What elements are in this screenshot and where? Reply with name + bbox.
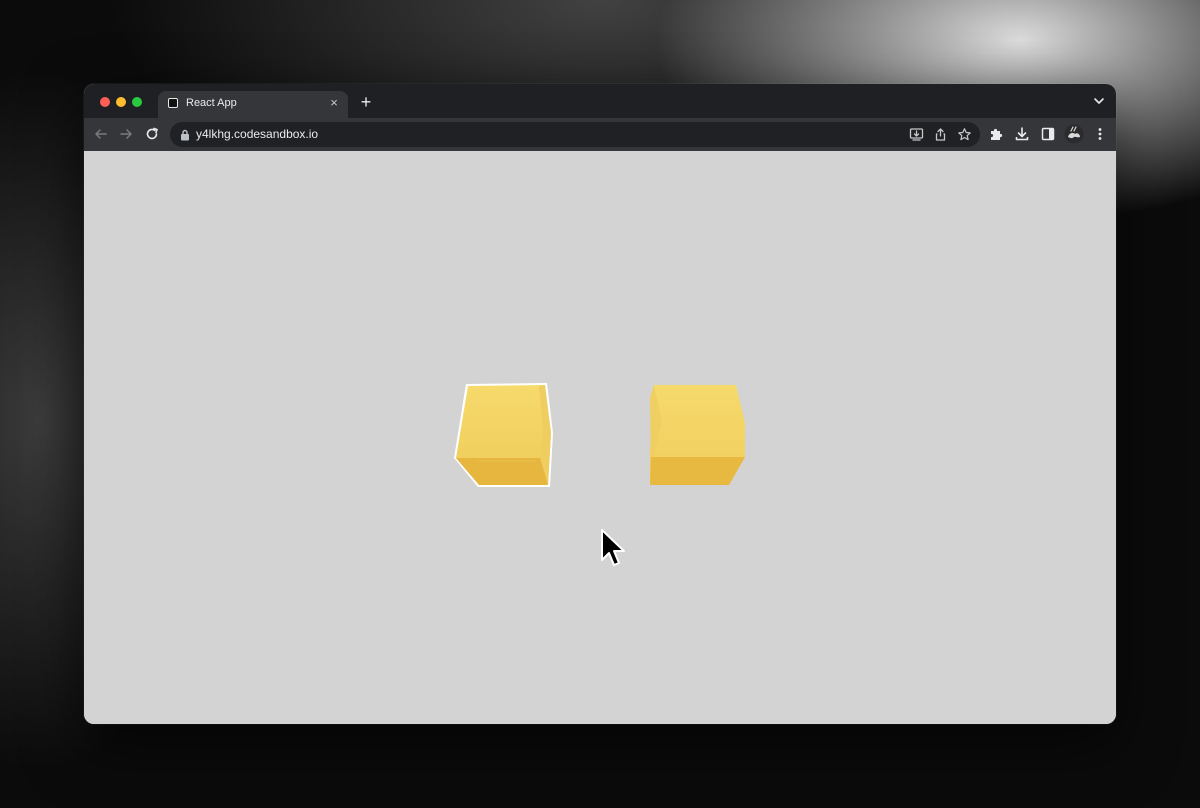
minimize-window-button[interactable] [116,97,126,107]
chevron-down-icon[interactable] [1092,94,1106,108]
close-window-button[interactable] [100,97,110,107]
arrow-left-icon[interactable] [93,126,109,142]
side-panel-icon[interactable] [1040,126,1056,142]
browser-titlebar: React App × + [84,84,1116,118]
download-icon[interactable] [1014,126,1030,142]
avatar[interactable] [1064,124,1084,144]
star-icon[interactable] [957,127,972,142]
arrow-right-icon[interactable] [118,126,134,142]
kebab-menu-icon[interactable] [1092,126,1108,142]
puzzle-icon[interactable] [988,126,1004,142]
share-icon[interactable] [933,127,948,142]
mouse-cursor-icon [600,528,626,568]
tab-close-button[interactable]: × [326,95,342,111]
new-tab-button[interactable]: + [356,92,376,112]
tab-react-app[interactable]: React App × [158,91,348,118]
codesandbox-icon [168,98,178,108]
zoom-window-button[interactable] [132,97,142,107]
page-viewport [84,151,1116,724]
left-cube[interactable] [454,383,553,487]
reload-icon[interactable] [144,126,160,142]
tab-title: React App [186,97,237,109]
right-cube[interactable] [650,385,745,485]
three-canvas[interactable] [84,151,1116,724]
browser-window: React App × + y4lkhg.codesandbox.io [84,84,1116,724]
install-app-icon[interactable] [909,127,924,142]
browser-toolbar: y4lkhg.codesandbox.io [84,118,1116,151]
address-bar[interactable]: y4lkhg.codesandbox.io [170,122,980,147]
url-text[interactable]: y4lkhg.codesandbox.io [196,127,318,141]
lock-icon[interactable] [180,129,190,141]
